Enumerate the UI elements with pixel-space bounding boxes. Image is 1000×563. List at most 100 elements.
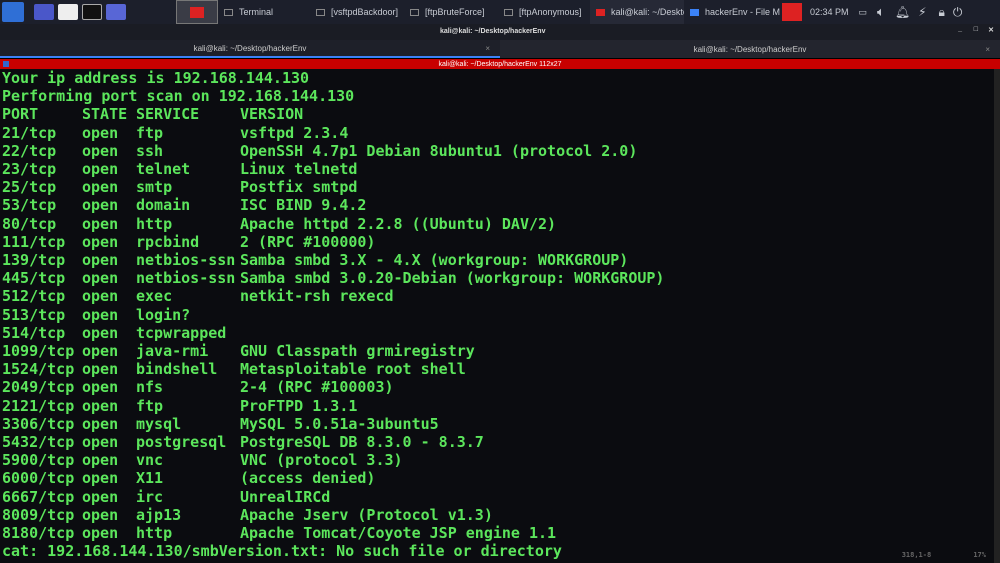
cell-version: Apache Tomcat/Coyote JSP engine 1.1 xyxy=(240,524,557,542)
cell-port: 1099/tcp xyxy=(2,342,75,360)
cell-version: netkit-rsh rexecd xyxy=(240,287,394,306)
task-kali-terminal[interactable]: kali@kali: ~/Desktop/... xyxy=(590,0,684,24)
terminal-tabs: kali@kali: ~/Desktop/hackerEnv × kali@kal… xyxy=(0,40,1000,58)
maximize-button[interactable]: □ xyxy=(974,26,978,33)
scrollbar[interactable] xyxy=(994,69,1000,563)
cell-state: open xyxy=(82,323,119,342)
display-icon[interactable]: ▭ xyxy=(859,7,868,18)
terminal-output[interactable]: Your ip address is 192.168.144.130 Perfor… xyxy=(0,69,1000,563)
cell-version: PostgreSQL DB 8.3.0 - 8.3.7 xyxy=(240,433,484,451)
cell-state: open xyxy=(82,414,119,433)
cell-state: open xyxy=(82,214,119,233)
cell-port: 445/tcp xyxy=(2,269,66,288)
pane-title-text: kali@kali: ~/Desktop/hackerEnv 112x27 xyxy=(438,60,562,68)
cell-state: open xyxy=(82,378,119,397)
cell-port: 111/tcp xyxy=(2,232,66,251)
cell-service: java-rmi xyxy=(136,342,209,360)
cell-service: irc xyxy=(136,487,164,506)
tab-2[interactable]: kali@kali: ~/Desktop/hackerEnv × xyxy=(500,40,1000,58)
desktop-icon[interactable] xyxy=(34,4,54,20)
task-ftpanon[interactable]: [ftpAnonymous] xyxy=(498,0,590,24)
cell-port: 5432/tcp xyxy=(2,433,75,451)
header-version: VERSION xyxy=(240,105,304,124)
cell-version: GNU Classpath grmiregistry xyxy=(240,342,475,360)
cell-port: 6000/tcp xyxy=(2,469,75,488)
cell-service: postgresql xyxy=(136,433,227,451)
header-port: PORT xyxy=(2,105,39,124)
tmux-pane-title: kali@kali: ~/Desktop/hackerEnv 112x27 xyxy=(0,59,1000,69)
taskbar: Terminal [vsftpdBackdoor] [ftpBruteForce… xyxy=(0,0,1000,24)
close-button[interactable]: ✕ xyxy=(988,26,994,34)
notification-bell-icon[interactable]: 🔔︎ xyxy=(895,5,910,19)
task-file-manager[interactable]: hackerEnv - File Man... xyxy=(684,0,780,24)
window-icon xyxy=(410,8,419,16)
folder-icon xyxy=(690,8,699,16)
close-tab-icon[interactable]: × xyxy=(485,44,490,53)
cell-state: open xyxy=(82,433,119,451)
cell-service: login? xyxy=(136,305,191,324)
cell-service: telnet xyxy=(136,160,191,178)
cell-version: Metasploitable root shell xyxy=(240,360,466,379)
cell-service: nfs xyxy=(136,378,164,397)
error-line: cat: 192.168.144.130/smbVersion.txt: No … xyxy=(2,542,562,560)
cell-port: 6667/tcp xyxy=(2,487,75,506)
vim-status: 318,1-8 17% xyxy=(901,551,986,559)
cell-version: 2-4 (RPC #100003) xyxy=(240,378,394,397)
cell-service: ssh xyxy=(136,141,164,160)
task-label: Terminal xyxy=(239,7,274,17)
file-manager-icon[interactable] xyxy=(58,4,78,20)
cell-port: 3306/tcp xyxy=(2,414,75,433)
task-ftpbrute[interactable]: [ftpBruteForce] xyxy=(404,0,498,24)
task-label: hackerEnv - File Man... xyxy=(705,7,780,17)
cell-service: http xyxy=(136,214,173,233)
kali-menu-icon[interactable] xyxy=(2,2,24,22)
cell-state: open xyxy=(82,123,119,142)
power-manager-icon[interactable]: ⚡︎ xyxy=(918,5,926,19)
cell-state: open xyxy=(82,469,119,488)
task-vsftpd[interactable]: [vsftpdBackdoor] xyxy=(310,0,404,24)
cell-state: open xyxy=(82,251,119,269)
screen-recorder-icon[interactable] xyxy=(106,4,126,20)
cell-version: Postfix smtpd xyxy=(240,178,358,197)
cell-port: 8009/tcp xyxy=(2,505,75,524)
terminal-icon[interactable] xyxy=(82,4,102,20)
cell-port: 53/tcp xyxy=(2,196,57,215)
task-label: [vsftpdBackdoor] xyxy=(331,7,399,17)
cell-state: open xyxy=(82,232,119,251)
logout-icon[interactable]: ⏻ xyxy=(953,5,963,20)
window-icon xyxy=(504,8,513,16)
close-tab-icon[interactable]: × xyxy=(985,45,990,54)
cell-service: http xyxy=(136,524,173,542)
lock-icon[interactable]: 🔒︎ xyxy=(939,5,945,20)
cell-port: 8180/tcp xyxy=(2,524,75,542)
intro-line: Performing port scan on 192.168.144.130 xyxy=(2,87,354,105)
cell-version: VNC (protocol 3.3) xyxy=(240,451,403,470)
cell-port: 2121/tcp xyxy=(2,396,75,415)
cell-state: open xyxy=(82,487,119,506)
cell-version: Samba smbd 3.X - 4.X (workgroup: WORKGRO… xyxy=(240,251,629,269)
task-label: [ftpAnonymous] xyxy=(519,7,582,17)
minimize-button[interactable]: _ xyxy=(958,26,962,33)
cell-version: Linux telnetd xyxy=(240,160,358,178)
task-terminal[interactable]: Terminal xyxy=(218,0,310,24)
window-icon xyxy=(224,8,233,16)
cell-version: vsftpd 2.3.4 xyxy=(240,123,349,142)
tab-1[interactable]: kali@kali: ~/Desktop/hackerEnv × xyxy=(0,40,500,58)
cell-version: Apache Jserv (Protocol v1.3) xyxy=(240,505,493,524)
scan-line: Performing port scan on 192.168.144.130 xyxy=(2,87,355,106)
cell-version: MySQL 5.0.51a-3ubuntu5 xyxy=(240,414,439,433)
cell-version: (access denied) xyxy=(240,469,376,488)
cell-service: tcpwrapped xyxy=(136,323,227,342)
workspace-preview[interactable] xyxy=(782,3,802,21)
volume-icon[interactable]: 🔈︎ xyxy=(877,4,885,20)
header-service: SERVICE xyxy=(136,105,200,124)
workspace-switcher[interactable] xyxy=(176,0,218,24)
cell-version: ProFTPD 1.3.1 xyxy=(240,396,358,415)
clock[interactable]: 02:34 PM xyxy=(810,7,849,17)
cell-service: netbios-ssn xyxy=(136,269,236,288)
cell-state: open xyxy=(82,396,119,415)
terminal-app-icon xyxy=(596,8,605,16)
cell-state: open xyxy=(82,160,119,178)
cell-port: 5900/tcp xyxy=(2,451,75,470)
cell-state: open xyxy=(82,505,119,524)
